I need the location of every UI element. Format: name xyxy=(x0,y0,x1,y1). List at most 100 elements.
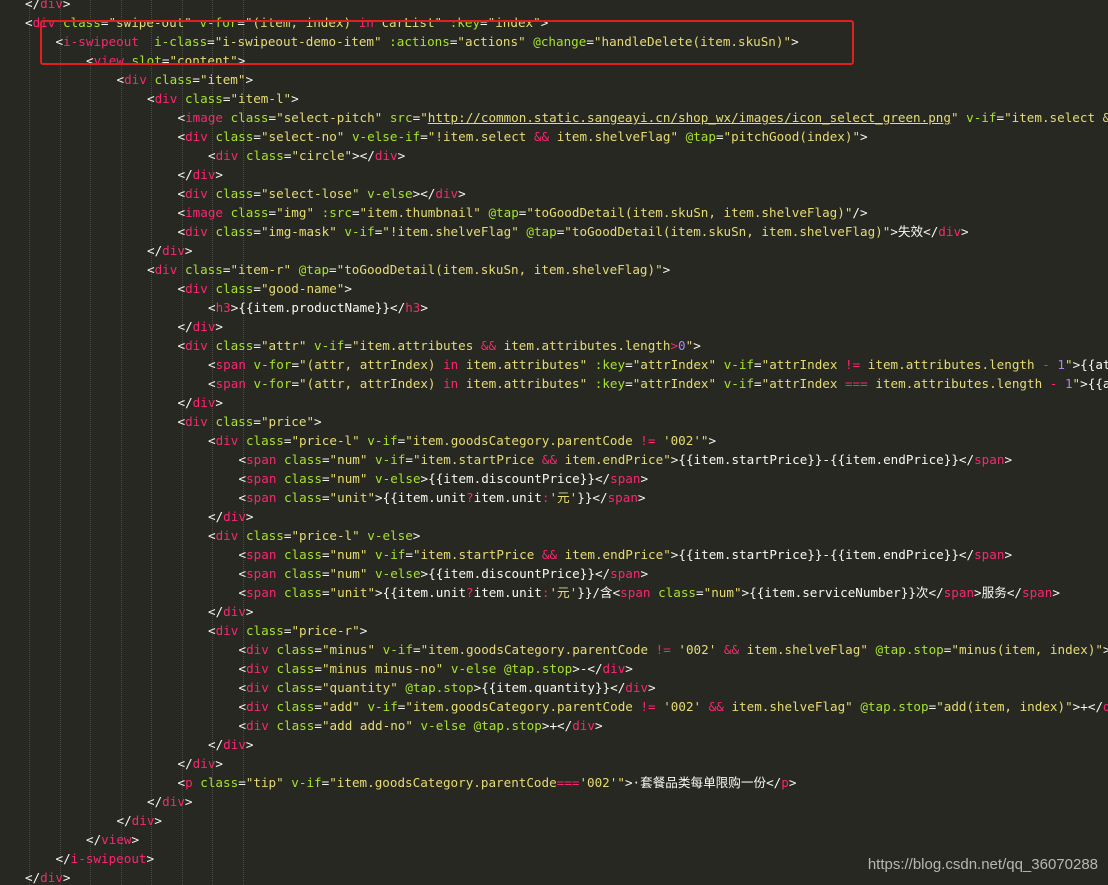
code-line[interactable]: <h3>{{item.productName}}</h3> xyxy=(208,298,428,317)
code-line[interactable]: </div> xyxy=(178,317,224,336)
code-token: "num" xyxy=(329,471,376,486)
code-token: </ xyxy=(177,395,193,410)
code-line[interactable]: <div class="minus" v-if="item.goodsCateg… xyxy=(239,640,1108,659)
code-token: @tap xyxy=(685,129,716,144)
code-token: "item.startPrice xyxy=(412,452,542,467)
code-line[interactable]: <span class="num" v-if="item.startPrice … xyxy=(239,545,1013,564)
code-token: "item-r" xyxy=(230,262,299,277)
code-token: > xyxy=(640,471,649,486)
code-token: = xyxy=(314,661,322,676)
code-line[interactable]: </div> xyxy=(208,507,254,526)
code-line[interactable]: </i-swipeout> xyxy=(56,849,155,868)
code-token: < xyxy=(177,775,186,790)
code-token: div xyxy=(215,148,246,163)
code-line[interactable]: <div class="add add-no" v-else @tap.stop… xyxy=(239,716,603,735)
code-token: v-else xyxy=(375,566,421,581)
code-token: span xyxy=(246,547,285,562)
code-editor[interactable]: </div> <div class="swipe-out" v-for="(ite… xyxy=(0,0,1108,885)
code-line[interactable]: <div class="circle"></div> xyxy=(208,146,405,165)
code-line[interactable]: <div class="attr" v-if="item.attributes … xyxy=(178,336,701,355)
code-line[interactable]: <span class="num" v-else>{{item.discount… xyxy=(239,564,649,583)
code-token: item.attributes.length xyxy=(496,338,671,353)
code-token: item.unit xyxy=(473,490,542,505)
code-line[interactable]: </div> xyxy=(178,754,224,773)
code-token: v-if xyxy=(375,452,406,467)
code-line[interactable]: <div class="item"> xyxy=(117,70,254,89)
code-token: > xyxy=(344,281,352,296)
code-line[interactable]: <div class="price-l" v-else> xyxy=(208,526,420,545)
code-token: </ xyxy=(923,224,939,239)
code-line[interactable]: <span class="num" v-if="item.startPrice … xyxy=(239,450,1013,469)
code-token: v-if xyxy=(375,547,406,562)
code-token: === xyxy=(556,775,580,790)
code-token: "i-swipeout-demo-item" xyxy=(214,34,390,49)
code-line[interactable]: <div class="add" v-if="item.goodsCategor… xyxy=(239,697,1108,716)
code-line[interactable]: </div> xyxy=(147,241,193,260)
code-line[interactable]: <i-swipeout i-class="i-swipeout-demo-ite… xyxy=(56,32,799,51)
code-line[interactable]: <div class="minus minus-no" v-else @tap.… xyxy=(239,659,633,678)
code-token: v-else xyxy=(367,186,413,201)
code-token: div xyxy=(938,224,962,239)
code-line[interactable]: <span v-for="(attr, attrIndex) in item.a… xyxy=(208,374,1108,393)
indent-guide-line xyxy=(120,0,122,885)
code-line[interactable]: </div> xyxy=(25,0,71,13)
code-token: @tap.stop xyxy=(503,661,573,676)
code-token: = xyxy=(625,357,633,372)
code-token: = xyxy=(625,376,633,391)
code-token: div xyxy=(215,623,246,638)
code-token: < xyxy=(238,718,247,733)
code-token: > xyxy=(245,509,254,524)
code-token: v-for xyxy=(253,376,292,391)
code-token: '002'" xyxy=(655,433,709,448)
code-line[interactable]: </div> xyxy=(25,868,71,885)
code-token: </ xyxy=(177,167,193,182)
code-line[interactable]: <div class="select-lose" v-else></div> xyxy=(178,184,466,203)
code-line[interactable]: <div class="quantity" @tap.stop>{{item.q… xyxy=(239,678,656,697)
code-line[interactable]: <div class="price"> xyxy=(178,412,322,431)
code-line[interactable]: </div> xyxy=(178,393,224,412)
code-line[interactable]: <div class="swipe-out" v-for="(item, ind… xyxy=(25,13,548,32)
code-line[interactable]: <span class="unit">{{item.unit?item.unit… xyxy=(239,583,1060,602)
code-line[interactable]: </div> xyxy=(178,165,224,184)
code-token: = xyxy=(344,338,352,353)
code-line[interactable]: </div> xyxy=(147,792,193,811)
code-line[interactable]: <image class="img" :src="item.thumbnail"… xyxy=(178,203,868,222)
code-token: > xyxy=(572,661,580,676)
code-token: "item.goodsCategory.parentCode xyxy=(329,775,557,790)
code-token: = xyxy=(696,585,704,600)
code-line[interactable]: </div> xyxy=(208,602,254,621)
code-line[interactable]: <div class="item-r" @tap="toGoodDetail(i… xyxy=(147,260,670,279)
code-line[interactable]: <div class="price-l" v-if="item.goodsCat… xyxy=(208,431,716,450)
code-token: class xyxy=(658,585,697,600)
code-token: span xyxy=(246,471,285,486)
code-line[interactable]: <div class="item-l"> xyxy=(147,89,299,108)
code-line[interactable]: <div class="price-r"> xyxy=(208,621,367,640)
code-token: h3 xyxy=(215,300,231,315)
code-token: = xyxy=(314,699,322,714)
code-token: "item.goodsCategory.parentCode xyxy=(420,642,656,657)
code-token: {{item.unit xyxy=(382,585,467,600)
code-token: > xyxy=(154,813,163,828)
code-token: div xyxy=(223,737,246,752)
code-token: div xyxy=(185,281,216,296)
code-token: div xyxy=(40,0,63,11)
code-line[interactable]: <span class="num" v-else>{{item.discount… xyxy=(239,469,649,488)
code-line[interactable]: </div> xyxy=(208,735,254,754)
code-token: < xyxy=(177,281,186,296)
code-line[interactable]: </div> xyxy=(117,811,163,830)
code-line[interactable]: </view> xyxy=(86,830,139,849)
code-token: span xyxy=(607,490,638,505)
code-token: class xyxy=(284,585,322,600)
code-line[interactable]: <div class="good-name"> xyxy=(178,279,352,298)
code-line[interactable]: <span class="unit">{{item.unit?item.unit… xyxy=(239,488,646,507)
code-token: != xyxy=(640,433,656,448)
code-token: "price-r" xyxy=(291,623,360,638)
code-token: src xyxy=(389,110,413,125)
code-token: view xyxy=(101,832,132,847)
code-line[interactable]: <div class="select-no" v-else-if="!item.… xyxy=(178,127,868,146)
code-line[interactable]: <image class="select-pitch" src="http://… xyxy=(178,108,1108,127)
code-line[interactable]: <p class="tip" v-if="item.goodsCategory.… xyxy=(178,773,797,792)
code-line[interactable]: <div class="img-mask" v-if="!item.shelve… xyxy=(178,222,969,241)
code-line[interactable]: <view slot="content"> xyxy=(86,51,245,70)
code-line[interactable]: <span v-for="(attr, attrIndex) in item.a… xyxy=(208,355,1108,374)
